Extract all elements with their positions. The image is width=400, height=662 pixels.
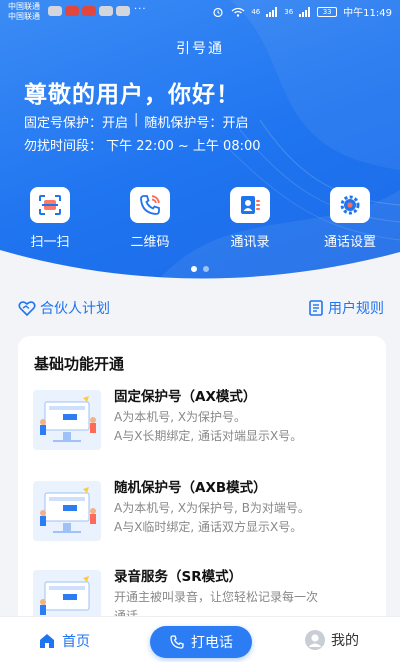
feature-title: 录音服务（SR模式）	[114, 569, 243, 585]
signal-label-2: 36	[284, 7, 294, 16]
user-avatar-icon	[305, 630, 325, 650]
scan-icon	[30, 187, 70, 223]
nav-call-label: 打电话	[191, 635, 233, 651]
carrier-labels: 中国联通 中国联通	[8, 2, 40, 22]
alarm-icon	[213, 7, 223, 17]
protection-status-line: 固定号保护： 开启 | 随机保护号： 开启	[24, 112, 248, 131]
feature-title: 固定保护号（AX模式）	[114, 389, 257, 405]
more-notifications-dots: ···	[134, 4, 147, 15]
quick-actions: 扫一扫 二维码 通讯录 通话设置	[0, 187, 400, 250]
carrier-1: 中国联通	[8, 2, 40, 11]
feature-illustration	[33, 390, 101, 450]
feature-random-protect[interactable]: 随机保护号（AXB模式） A为本机号, X为保护号, B为对端号。 A与X临时绑…	[18, 479, 386, 565]
nav-call-button[interactable]: 打电话	[150, 626, 252, 658]
action-contacts[interactable]: 通讯录	[200, 187, 300, 250]
app-title: 引号通	[176, 41, 224, 57]
nav-me[interactable]: 我的	[305, 630, 359, 650]
app-notification-icon	[65, 6, 79, 16]
status-right: 46 36 33 中午11:49	[211, 4, 392, 19]
feature-text: 随机保护号（AXB模式） A为本机号, X为保护号, B为对端号。 A与X临时绑…	[114, 479, 376, 537]
fixed-protect-value: 开启	[102, 116, 129, 131]
feature-illustration	[33, 481, 101, 541]
clock: 中午11:49	[343, 8, 392, 19]
hero-banner: 中国联通 中国联通 ··· 46 36 33 中午11:49 引号通 尊敬的用户…	[0, 0, 400, 285]
action-qrcode[interactable]: 二维码	[100, 187, 200, 250]
signal-label: 46	[251, 7, 261, 16]
feature-fixed-protect[interactable]: 固定保护号（AX模式） A为本机号, X为保护号。 A与X长期绑定, 通话对端显…	[18, 388, 386, 474]
carousel-dots	[0, 266, 400, 272]
notification-icons	[48, 6, 130, 16]
action-qrcode-label: 二维码	[130, 235, 170, 250]
partner-plan-link[interactable]: 合伙人计划	[18, 298, 110, 318]
phone-icon	[130, 187, 170, 223]
bottom-nav: 首页 打电话 我的	[0, 616, 400, 662]
status-separator: |	[134, 112, 139, 127]
handshake-heart-icon	[18, 301, 36, 316]
feature-desc-1: A为本机号, X为保护号, B为对端号。	[114, 501, 310, 515]
phone-icon	[170, 635, 184, 649]
contacts-icon	[230, 187, 270, 223]
signal-icon	[266, 6, 278, 17]
card-title: 基础功能开通	[34, 355, 125, 373]
app-notification-icon-4	[116, 6, 130, 16]
action-call-settings[interactable]: 通话设置	[300, 187, 400, 250]
fixed-protect-label: 固定号保护：	[24, 116, 103, 131]
nav-home-label: 首页	[62, 634, 90, 650]
dnd-value: 下午 22:00 ~ 上午 08:00	[106, 139, 261, 154]
carousel-dot-2[interactable]	[203, 266, 209, 272]
wifi-icon	[231, 7, 245, 17]
user-rules-link[interactable]: 用户规则	[309, 298, 384, 318]
links-row: 合伙人计划 用户规则	[0, 298, 400, 322]
feature-text: 固定保护号（AX模式） A为本机号, X为保护号。 A与X长期绑定, 通话对端显…	[114, 388, 376, 446]
user-rules-label: 用户规则	[328, 301, 384, 317]
feature-title: 随机保护号（AXB模式）	[114, 480, 267, 496]
nav-me-label: 我的	[331, 633, 359, 649]
carrier-2: 中国联通	[8, 12, 40, 21]
basic-features-card: 基础功能开通 固定保护号（AX模式） A为本机号, X为保护号。 A与X长期绑定…	[18, 336, 386, 626]
feature-desc-2: A与X长期绑定, 通话对端显示X号。	[114, 429, 303, 443]
greeting-title: 尊敬的用户，你好！	[24, 82, 240, 108]
document-icon	[309, 300, 323, 316]
signal-icon-2	[299, 6, 311, 17]
app-notification-icon-2	[82, 6, 96, 16]
feature-desc-2: A与X临时绑定, 通话双方显示X号。	[114, 520, 303, 534]
random-protect-label: 随机保护号：	[144, 116, 223, 131]
feature-desc-1: A为本机号, X为保护号。	[114, 410, 247, 424]
action-contacts-label: 通讯录	[230, 235, 270, 250]
feature-desc-1: 开通主被叫录音，让您轻松记录每一次	[114, 590, 319, 604]
partner-plan-label: 合伙人计划	[40, 301, 110, 317]
action-scan-label: 扫一扫	[30, 235, 70, 250]
nav-home[interactable]: 首页	[38, 631, 90, 651]
random-protect-value: 开启	[222, 116, 249, 131]
dnd-label: 勿扰时间段：	[24, 139, 103, 154]
battery-icon: 33	[317, 6, 338, 17]
home-icon	[40, 634, 54, 648]
action-scan[interactable]: 扫一扫	[0, 187, 100, 250]
chat-notification-icon	[48, 6, 62, 16]
carousel-dot-1[interactable]	[191, 266, 197, 272]
gear-icon	[330, 187, 370, 223]
status-bar: 中国联通 中国联通 ··· 46 36 33 中午11:49	[0, 0, 400, 26]
dnd-status-line: 勿扰时间段： 下午 22:00 ~ 上午 08:00	[24, 135, 261, 154]
action-call-settings-label: 通话设置	[323, 235, 376, 250]
app-notification-icon-3	[99, 6, 113, 16]
